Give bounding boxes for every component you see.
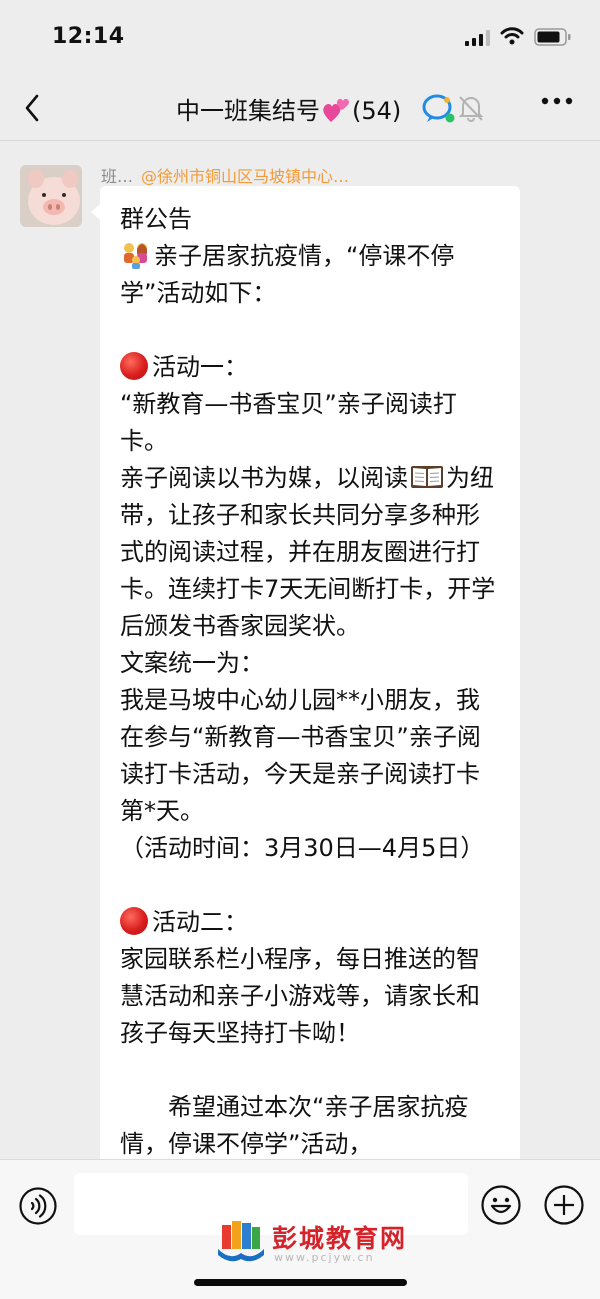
input-toolbar: 彭城教育网 www.pcjyw.cn: [0, 1159, 600, 1299]
pig-plush-avatar-image: [20, 165, 82, 227]
wifi-icon: [500, 27, 524, 45]
open-book-icon: [411, 466, 443, 488]
activity-1-heading: 活动一：: [120, 349, 502, 386]
activity-1-desc-a: 亲子阅读以书为媒，以阅读: [120, 464, 408, 492]
message-text: 群公告 亲子居家抗疫情，“停课不停学”活动如下： 活动一： “新教育—书香宝贝”…: [100, 186, 520, 1159]
plus-icon[interactable]: [543, 1184, 585, 1226]
activity-2-heading: 活动二：: [120, 904, 502, 941]
member-count: (54): [352, 97, 402, 125]
intro-line: 亲子居家抗疫情，“停课不停学”活动如下：: [120, 238, 502, 312]
back-icon[interactable]: [22, 92, 42, 124]
watermark-url: www.pcjyw.cn: [274, 1251, 375, 1264]
cellular-signal-icon: [465, 30, 490, 46]
chat-bubble-icon: [422, 94, 455, 123]
sender-name: 班…: [101, 167, 134, 186]
avatar[interactable]: [20, 165, 82, 227]
activity-2-title: 活动二：: [152, 908, 248, 936]
chat-header: 中一班集结号 (54): [0, 78, 600, 141]
activity-1-title: 活动一：: [152, 353, 248, 381]
home-indicator[interactable]: [194, 1279, 407, 1286]
book-logo-icon: [218, 1221, 264, 1262]
watermark-name: 彭城教育网: [272, 1224, 408, 1253]
mute-bell-icon: [458, 96, 484, 122]
message-input[interactable]: [74, 1173, 468, 1235]
copy-text: 我是马坡中心幼儿园**小朋友，我在参与“新教育—书香宝贝”亲子阅读打卡活动，今天…: [120, 686, 481, 825]
status-bar: 12:14: [0, 0, 600, 78]
chat-area[interactable]: 班… @徐州市铜山区马坡镇中心… 群公告 亲子居家抗疫情，“停课不停学”活动如下：…: [0, 141, 600, 1159]
intro-text: 亲子居家抗疫情，“停课不停学”活动如下：: [120, 242, 455, 307]
voice-icon[interactable]: [18, 1186, 58, 1226]
activity-2-desc: 家园联系栏小程序，每日推送的智慧活动和亲子小游戏等，请家长和孩子每天坚持打卡呦！: [120, 945, 480, 1047]
mention-text[interactable]: @徐州市铜山区马坡镇中心…: [141, 167, 349, 186]
announcement-label: 群公告: [120, 205, 192, 233]
two-hearts-icon: [323, 98, 349, 122]
emoji-icon[interactable]: [480, 1184, 522, 1226]
activity-1-desc: 亲子阅读以书为媒，以阅读 为纽带，让孩子和家长共同分享多种形式的阅读过程，并在朋…: [120, 460, 502, 645]
red-circle-icon: [120, 352, 148, 380]
group-name: 中一班集结号: [176, 97, 320, 125]
status-time: 12:14: [52, 24, 125, 49]
chat-title: 中一班集结号 (54): [176, 91, 401, 126]
sender-line: 班… @徐州市铜山区马坡镇中心…: [101, 163, 349, 187]
copy-label: 文案统一为：: [120, 649, 264, 677]
activity-time: （活动时间：3月30日—4月5日）: [120, 834, 485, 862]
red-circle-icon: [120, 907, 148, 935]
battery-icon: [534, 28, 571, 46]
family-emoji-icon: [124, 243, 147, 269]
more-icon[interactable]: [540, 96, 574, 106]
activity-1-name: “新教育—书香宝贝”亲子阅读打卡。: [120, 390, 457, 455]
message-bubble[interactable]: 群公告 亲子居家抗疫情，“停课不停学”活动如下： 活动一： “新教育—书香宝贝”…: [91, 186, 520, 1159]
closing-text: 希望通过本次“亲子居家抗疫情，停课不停学”活动，: [120, 1093, 469, 1158]
